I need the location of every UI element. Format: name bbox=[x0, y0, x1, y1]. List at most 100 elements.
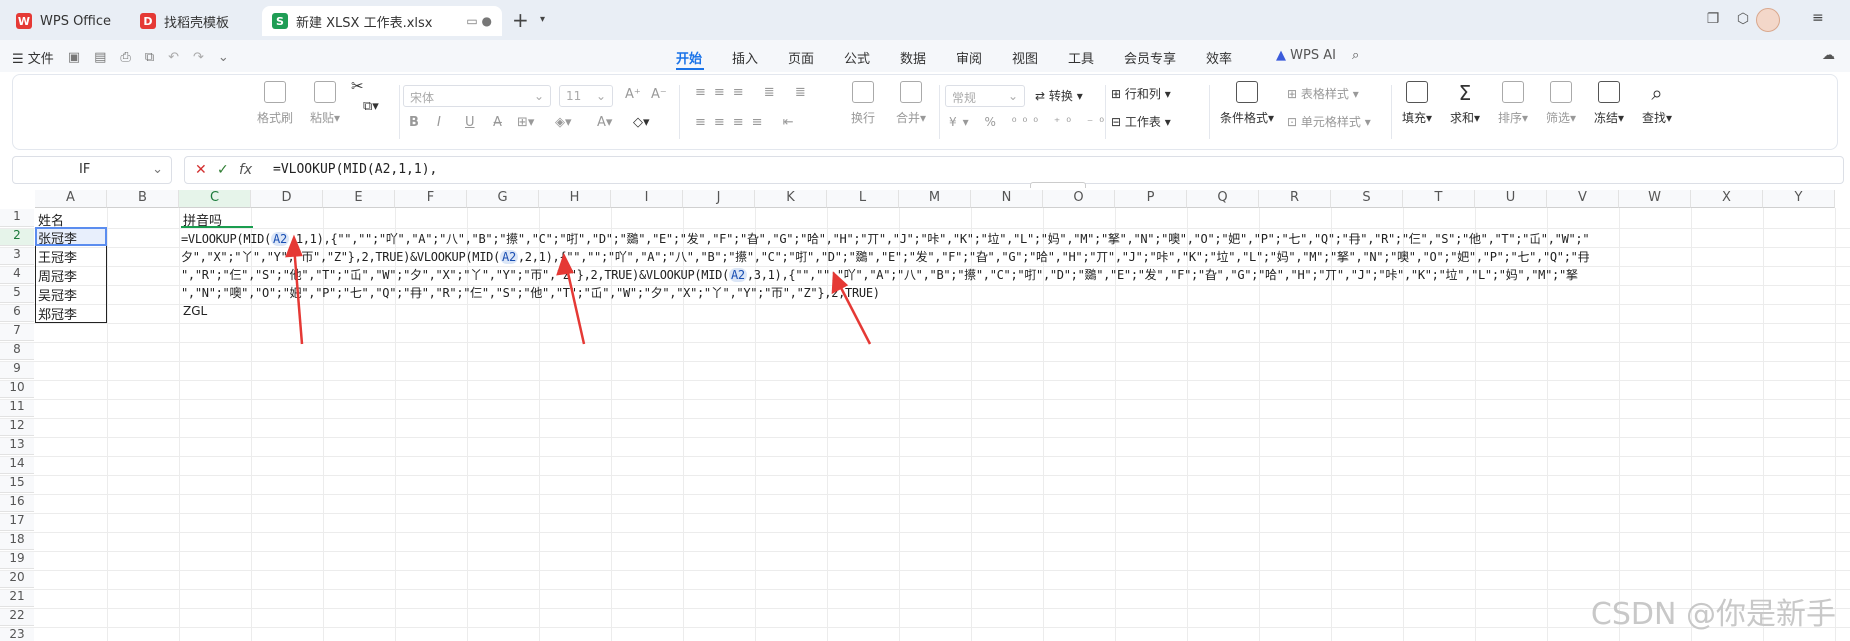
formula-text: =VLOOKUP(MID(A2,1,1), bbox=[273, 162, 438, 177]
cloud-upload-icon[interactable]: ☁ bbox=[1822, 48, 1835, 63]
horizontal-align-icons[interactable]: ≡≡≡≡ ⇤ bbox=[695, 115, 802, 130]
merge-icon bbox=[900, 81, 922, 103]
name-box[interactable]: IF ⌄ bbox=[12, 156, 172, 184]
spreadsheet-icon: S bbox=[272, 13, 288, 29]
font-color-icon[interactable]: A▾ bbox=[597, 115, 612, 130]
tab-label: 新建 XLSX 工作表.xlsx bbox=[296, 15, 433, 31]
number-style-icons[interactable]: ¥▾ % ⁰⁰⁰ ⁺⁰ ⁻⁰ bbox=[949, 115, 1110, 129]
menu-item-tools[interactable]: 工具 bbox=[1068, 48, 1094, 67]
annotation-arrowhead-2 bbox=[556, 252, 574, 276]
annotation-arrowhead-1 bbox=[285, 234, 303, 258]
redo-icon[interactable]: ↷ bbox=[193, 50, 204, 65]
tab-close-icon[interactable]: ▭ ● bbox=[466, 14, 492, 28]
tab-wps-office[interactable]: W WPS Office bbox=[6, 6, 126, 36]
freeze-button[interactable]: 冻结▾ bbox=[1589, 81, 1629, 126]
new-tab-icon[interactable]: + bbox=[512, 8, 529, 32]
font-name-select[interactable]: 宋体 ⌄ bbox=[403, 85, 551, 107]
font-grow-icon[interactable]: A⁺ bbox=[625, 87, 641, 102]
worksheet-label: 工作表 bbox=[1124, 115, 1161, 129]
active-menu-underline bbox=[676, 68, 704, 70]
save-icon[interactable]: ▣ bbox=[68, 50, 80, 65]
tab-spreadsheet[interactable]: S 新建 XLSX 工作表.xlsx ▭ ● bbox=[262, 6, 502, 36]
print-preview-icon[interactable]: ⧉ bbox=[145, 50, 154, 65]
docer-icon: D bbox=[140, 13, 156, 29]
confirm-icon[interactable]: ✓ bbox=[217, 162, 229, 178]
font-shrink-icon[interactable]: A⁻ bbox=[651, 87, 667, 102]
tab-list-chevron-icon[interactable]: ▾ bbox=[540, 14, 545, 25]
fx-icon[interactable]: fx bbox=[239, 162, 252, 178]
sum-label: 求和 bbox=[1449, 111, 1474, 125]
menu-item-data[interactable]: 数据 bbox=[900, 48, 926, 67]
table-style-button[interactable]: ⊞ 表格样式 ▾ bbox=[1287, 85, 1359, 102]
row-col-label: 行和列 bbox=[1124, 87, 1161, 101]
annotation-arrow-1 bbox=[292, 245, 304, 345]
menu-item-page[interactable]: 页面 bbox=[788, 48, 814, 67]
tab-bar: W WPS Office D 找稻壳模板 S 新建 XLSX 工作表.xlsx … bbox=[0, 0, 1850, 40]
annotation-arrows bbox=[285, 234, 872, 345]
filter-icon bbox=[1550, 81, 1572, 103]
strikethrough-icon[interactable]: A̶ bbox=[493, 115, 502, 130]
convert-button[interactable]: ⇄ 转换 ▾ bbox=[1035, 87, 1083, 104]
number-format-select[interactable]: 常规 ⌄ bbox=[945, 85, 1025, 107]
tab-docer[interactable]: D 找稻壳模板 bbox=[130, 6, 258, 36]
filter-button[interactable]: 筛选▾ bbox=[1541, 81, 1581, 126]
file-menu[interactable]: ☰ 文件 bbox=[12, 48, 54, 67]
menu-item-insert[interactable]: 插入 bbox=[732, 48, 758, 67]
spreadsheet-grid[interactable]: ABCDEFGHIJKLMNOPQRSTUVWXY 1 2 3 4 5 6 7 8 9 10 11 1… bbox=[0, 188, 1850, 641]
sum-button[interactable]: Σ 求和▾ bbox=[1445, 81, 1485, 126]
italic-icon[interactable]: I bbox=[437, 115, 441, 130]
filter-label: 筛选 bbox=[1545, 111, 1570, 125]
annotation-arrowhead-3 bbox=[831, 271, 849, 295]
vertical-align-icons[interactable]: ≡≡≡ ≣ ≣ bbox=[695, 85, 814, 100]
border-icon[interactable]: ⊞▾ bbox=[517, 115, 534, 130]
tab-label: 找稻壳模板 bbox=[164, 15, 230, 31]
undo-icon[interactable]: ↶ bbox=[168, 50, 179, 65]
window-restore-icon[interactable]: ❐ bbox=[1704, 11, 1722, 29]
print-icon[interactable]: ⎙ bbox=[120, 50, 130, 65]
conditional-format-button[interactable]: 条件格式▾ bbox=[1217, 81, 1277, 126]
clear-format-icon[interactable]: ◇▾ bbox=[633, 115, 650, 130]
menu-item-member[interactable]: 会员专享 bbox=[1124, 48, 1176, 67]
menu-item-efficiency[interactable]: 效率 bbox=[1206, 48, 1232, 67]
avatar[interactable] bbox=[1756, 8, 1780, 32]
wps-logo-icon: W bbox=[16, 13, 32, 29]
wrap-text-button[interactable]: 换行 bbox=[845, 81, 881, 126]
cube-icon[interactable]: ⬡ bbox=[1734, 11, 1752, 29]
paste-icon bbox=[314, 81, 336, 103]
freeze-icon bbox=[1598, 81, 1620, 103]
menu-more-icon[interactable]: ≡ bbox=[1812, 10, 1824, 26]
more-chevron-icon[interactable]: ⌄ bbox=[218, 50, 229, 65]
underline-icon[interactable]: U bbox=[465, 115, 475, 130]
find-button[interactable]: ⌕ 查找▾ bbox=[1637, 81, 1677, 126]
paste-button[interactable]: 粘贴▾ bbox=[303, 81, 347, 126]
format-painter-button[interactable]: 格式刷 bbox=[255, 81, 295, 126]
format-painter-label: 格式刷 bbox=[256, 111, 293, 125]
divider bbox=[1391, 85, 1392, 139]
wps-ai-icon: ▲ bbox=[1276, 48, 1286, 63]
name-box-value: IF bbox=[79, 162, 91, 177]
formula-input[interactable]: ✕ ✓ fx =VLOOKUP(MID(A2,1,1), bbox=[184, 156, 1844, 184]
worksheet-button[interactable]: ⊟ 工作表 ▾ bbox=[1111, 113, 1171, 130]
copy-icon[interactable]: ⧉▾ bbox=[363, 99, 379, 114]
fill-label: 填充 bbox=[1401, 111, 1426, 125]
fill-color-icon[interactable]: ◈▾ bbox=[555, 115, 572, 130]
wps-ai-button[interactable]: ▲ WPS AI bbox=[1276, 48, 1336, 63]
menu-item-review[interactable]: 审阅 bbox=[956, 48, 982, 67]
merge-button[interactable]: 合并▾ bbox=[889, 81, 933, 126]
export-pdf-icon[interactable]: ▤ bbox=[94, 50, 106, 65]
menu-item-home[interactable]: 开始 bbox=[676, 48, 702, 67]
cell-style-button[interactable]: ⊡ 单元格样式 ▾ bbox=[1287, 113, 1371, 130]
bold-icon[interactable]: B bbox=[409, 115, 419, 130]
menu-item-formula[interactable]: 公式 bbox=[844, 48, 870, 67]
chevron-down-icon[interactable]: ⌄ bbox=[152, 162, 163, 177]
wrap-text-label: 换行 bbox=[850, 111, 875, 125]
search-icon[interactable]: ⌕ bbox=[1352, 48, 1359, 63]
menu-item-view[interactable]: 视图 bbox=[1012, 48, 1038, 67]
cut-icon[interactable]: ✂ bbox=[351, 77, 364, 95]
row-col-button[interactable]: ⊞ 行和列 ▾ bbox=[1111, 85, 1171, 102]
cancel-icon[interactable]: ✕ bbox=[195, 162, 207, 178]
paste-label: 粘贴 bbox=[309, 111, 334, 125]
fill-button[interactable]: 填充▾ bbox=[1397, 81, 1437, 126]
font-size-select[interactable]: 11 ⌄ bbox=[559, 85, 613, 107]
sort-button[interactable]: 排序▾ bbox=[1493, 81, 1533, 126]
